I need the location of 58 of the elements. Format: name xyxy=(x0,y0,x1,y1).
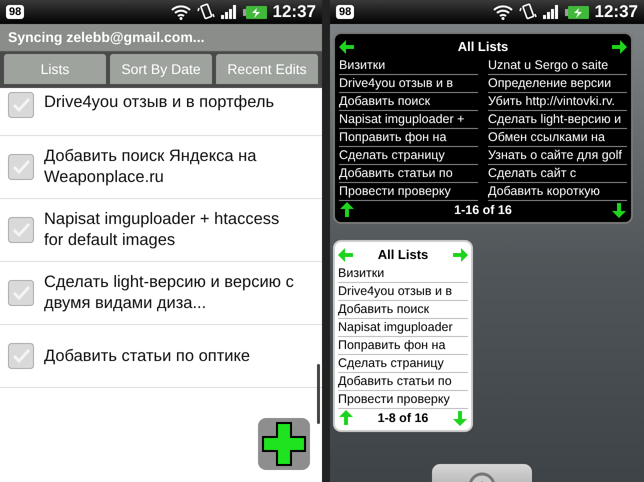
plus-icon xyxy=(261,421,307,467)
widget-list-item[interactable]: Провести проверку xyxy=(339,183,478,201)
widget-list-item[interactable]: Drive4you отзыв и в xyxy=(338,283,468,301)
widget-list-item[interactable]: Обмен ссылками на xyxy=(488,129,627,147)
widget-list-item[interactable]: Провести проверку xyxy=(338,391,468,409)
checkbox[interactable] xyxy=(8,154,34,180)
widget-list-item[interactable]: Drive4you отзыв и в xyxy=(339,75,478,93)
notification-badge: 98 xyxy=(6,5,24,19)
widget-list-item[interactable]: Добавить поиск xyxy=(339,93,478,111)
checkbox[interactable] xyxy=(8,343,34,369)
widget-list-item[interactable]: Сделать страницу xyxy=(339,147,478,165)
checkbox[interactable] xyxy=(8,280,34,306)
checkbox[interactable] xyxy=(8,92,34,118)
widget-list-item[interactable]: Сделать сайт с xyxy=(488,165,627,183)
checkbox[interactable] xyxy=(8,217,34,243)
add-button[interactable] xyxy=(258,418,310,470)
widget-list-item[interactable]: Добавить поиск xyxy=(338,301,468,319)
task-label[interactable]: Сделать light-версию и версию с двумя видами диза... xyxy=(44,272,294,314)
widget-list-item[interactable]: Визитки xyxy=(338,265,468,283)
widget-list-item[interactable]: Узнать о сайте для golf xyxy=(488,147,627,165)
battery-charging-icon xyxy=(242,6,267,18)
task-label[interactable]: Добавить статьи по оптике xyxy=(44,346,250,366)
widget-list-item[interactable]: Добавить короткую xyxy=(488,183,627,201)
widget-list-item[interactable]: Сделать light-версию и xyxy=(488,111,627,129)
clock-time: 12:37 xyxy=(594,1,638,24)
widget-list-item[interactable]: Сделать страницу xyxy=(338,355,468,373)
next-arrow-icon[interactable] xyxy=(610,39,627,55)
down-arrow-icon[interactable] xyxy=(610,202,627,218)
battery-charging-icon xyxy=(564,6,589,18)
widget-list-item[interactable]: Добавить статьи по xyxy=(338,373,468,391)
task-label[interactable]: Drive4you отзыв и в портфель xyxy=(44,92,274,113)
widget-title: All Lists xyxy=(458,38,508,56)
widget-list-item[interactable]: Napisat imguploader xyxy=(338,319,468,337)
widget-list-item[interactable]: Napisat imguploader + xyxy=(339,111,478,129)
signal-icon xyxy=(542,5,559,19)
widget-list-item[interactable]: Uznat u Sergo o saite xyxy=(488,57,627,75)
task-label[interactable]: Добавить поиск Яндекса на Weaponplace.ru xyxy=(44,146,294,188)
widget-list-item[interactable]: Поправить фон на xyxy=(339,129,478,147)
widget-list-item[interactable]: Определение версии xyxy=(488,75,627,93)
up-arrow-icon[interactable] xyxy=(339,202,355,218)
previous-arrow-icon[interactable] xyxy=(339,39,355,55)
widget-list-item[interactable]: Добавить статьи по xyxy=(339,165,478,183)
widget-list-item[interactable]: Визитки xyxy=(339,57,478,75)
page-counter: 1-16 of 16 xyxy=(454,202,512,219)
sync-status-title: Syncing zelebb@gmail.com... xyxy=(8,28,204,47)
vibrate-icon xyxy=(518,3,537,21)
scrollbar-thumb xyxy=(317,364,320,424)
wifi-icon xyxy=(492,4,513,20)
page-counter: 1-8 of 16 xyxy=(378,410,428,427)
signal-icon xyxy=(220,5,237,19)
widget-title: All Lists xyxy=(378,246,428,264)
clock-time: 12:37 xyxy=(272,1,316,24)
task-label[interactable]: Napisat imguploader + htaccess for default images xyxy=(44,209,294,251)
widget-list-item[interactable]: Поправить фон на xyxy=(338,337,468,355)
vibrate-icon xyxy=(196,3,215,21)
notification-badge: 98 xyxy=(336,5,354,19)
widget-list-item[interactable]: Убить http://vintovki.rv. xyxy=(488,93,627,111)
wifi-icon xyxy=(170,4,191,20)
